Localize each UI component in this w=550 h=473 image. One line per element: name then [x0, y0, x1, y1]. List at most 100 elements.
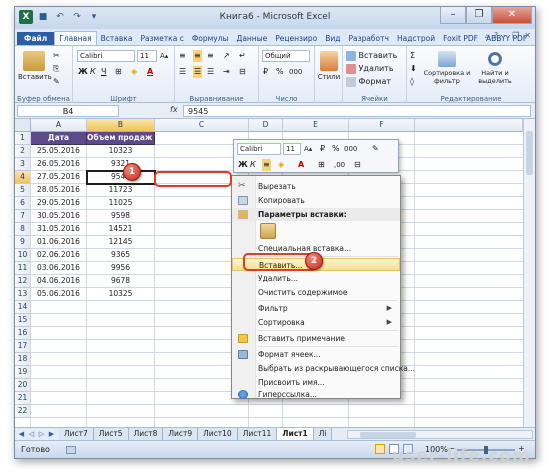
number-format-select[interactable]: Общий — [262, 50, 310, 62]
tab-formulas[interactable]: Формулы — [188, 32, 233, 45]
tab-insert[interactable]: Вставка — [97, 32, 137, 45]
percent-icon[interactable]: % — [276, 66, 284, 78]
tab-review[interactable]: Рецензиро — [271, 32, 321, 45]
mini-format-painter-icon[interactable]: ✎ — [372, 143, 379, 155]
menu-item-delete[interactable]: Удалить... — [232, 272, 400, 285]
column-header-b[interactable]: B — [87, 119, 155, 132]
doc-minimize-icon[interactable]: – — [503, 31, 507, 40]
menu-item-clear-contents[interactable]: Очистить содержимое — [232, 286, 400, 299]
copy-icon[interactable]: ⎘ — [53, 63, 59, 75]
font-size-select[interactable]: 11 — [137, 50, 157, 62]
menu-item-cut[interactable]: ✂ Вырезать — [232, 180, 400, 193]
comma-style-icon[interactable]: 000 — [289, 66, 302, 78]
mini-percent-icon[interactable]: % — [332, 143, 340, 155]
table-header-cell[interactable]: Объем продаж зерна, — [87, 132, 155, 145]
table-cell[interactable]: 29.05.2016 — [31, 197, 87, 210]
align-middle-icon[interactable]: ≡ — [193, 50, 202, 62]
menu-item-pick-from-list[interactable]: Выбрать из раскрывающегося списка... — [232, 362, 415, 375]
row-header-7[interactable]: 7 — [15, 210, 31, 223]
menu-item-sort[interactable]: Сортировка ▶ — [232, 316, 400, 329]
column-header-f[interactable]: F — [349, 119, 415, 132]
row-header-12[interactable]: 12 — [15, 275, 31, 288]
sheet-tab[interactable]: Лі — [313, 428, 333, 440]
table-cell[interactable]: 10325 — [87, 288, 155, 301]
menu-item-format-cells[interactable]: Формат ячеек... — [232, 348, 400, 361]
clear-icon[interactable]: ◊ — [410, 76, 414, 88]
align-top-icon[interactable]: ≡ — [179, 50, 186, 62]
vertical-scroll-thumb[interactable] — [526, 131, 533, 175]
row-header-8[interactable]: 8 — [15, 223, 31, 236]
insert-function-icon[interactable]: fx — [170, 105, 178, 114]
mini-bold-icon[interactable]: Ж — [238, 159, 248, 171]
doc-restore-icon[interactable]: ❐ — [512, 31, 519, 40]
row-header-1[interactable]: 1 — [15, 132, 31, 145]
menu-item-copy[interactable]: Копировать — [232, 194, 400, 207]
merge-center-icon[interactable]: ⊟ — [239, 66, 246, 78]
row-header-17[interactable]: 17 — [15, 340, 31, 353]
table-cell[interactable]: 26.05.2016 — [31, 158, 87, 171]
tab-page-layout[interactable]: Разметка с — [136, 32, 187, 45]
horizontal-scrollbar[interactable] — [347, 430, 533, 439]
mini-comma-icon[interactable]: 000 — [344, 143, 357, 155]
table-cell[interactable]: 25.05.2016 — [31, 145, 87, 158]
mini-font-select[interactable]: Calibri — [237, 143, 281, 155]
menu-item-filter[interactable]: Фильтр ▶ — [232, 302, 400, 315]
underline-icon[interactable]: Ч — [101, 66, 106, 78]
tab-data[interactable]: Данные — [232, 32, 271, 45]
align-left-icon[interactable]: ☰ — [179, 66, 186, 78]
sheet-tab[interactable]: Лист8 — [128, 428, 164, 440]
format-cells-button[interactable]: Формат — [346, 76, 391, 88]
sheet-tab-active[interactable]: Лист1 — [277, 428, 314, 440]
table-cell[interactable]: 9598 — [87, 210, 155, 223]
indent-icon[interactable]: ⇥ — [223, 66, 230, 78]
paste-button[interactable]: Вставить — [18, 51, 52, 81]
row-header-6[interactable]: 6 — [15, 197, 31, 210]
tab-foxit-pdf[interactable]: Foxit PDF — [439, 32, 482, 45]
table-cell[interactable]: 9365 — [87, 249, 155, 262]
mini-size-select[interactable]: 11 — [283, 143, 301, 155]
table-cell[interactable]: 9956 — [87, 262, 155, 275]
mini-decimal-icon[interactable]: ,00 — [334, 159, 345, 171]
menu-item-insert-comment[interactable]: Вставить примечание — [232, 332, 400, 345]
currency-icon[interactable]: ₽ — [263, 66, 268, 78]
sheet-tab[interactable]: Лист5 — [93, 428, 129, 440]
bold-icon[interactable]: Ж — [78, 66, 88, 78]
mini-grow-font-icon[interactable]: A▴ — [304, 143, 312, 155]
sort-filter-button[interactable]: Сортировка и фильтр — [423, 51, 471, 85]
font-name-select[interactable]: Calibri — [77, 50, 135, 62]
table-cell[interactable]: 11723 — [87, 184, 155, 197]
formula-input[interactable]: 9545 — [183, 105, 531, 117]
mini-borders-icon[interactable]: ⊞ — [318, 159, 325, 171]
row-header-5[interactable]: 5 — [15, 184, 31, 197]
row-header-22[interactable]: 22 — [15, 405, 31, 418]
column-header-e[interactable]: E — [283, 119, 349, 132]
row-header-2[interactable]: 2 — [15, 145, 31, 158]
autosum-icon[interactable]: Σ — [410, 50, 415, 62]
table-cell[interactable]: 28.05.2016 — [31, 184, 87, 197]
table-cell[interactable]: 03.06.2016 — [31, 262, 87, 275]
find-select-button[interactable]: Найти и выделить — [473, 51, 517, 85]
align-bottom-icon[interactable]: ≡ — [207, 50, 214, 62]
row-header-3[interactable]: 3 — [15, 158, 31, 171]
vertical-scrollbar[interactable] — [523, 119, 535, 427]
row-header-15[interactable]: 15 — [15, 314, 31, 327]
column-header-c[interactable]: C — [155, 119, 249, 132]
wrap-text-icon[interactable]: ↵ — [239, 50, 246, 62]
close-button[interactable]: ✕ — [492, 7, 532, 24]
styles-button[interactable]: Стили — [317, 51, 341, 81]
minimize-ribbon-icon[interactable]: ▵ — [485, 31, 489, 40]
insert-cells-button[interactable]: Вставить — [346, 50, 397, 62]
align-right-icon[interactable]: ☰ — [207, 66, 214, 78]
tab-addins[interactable]: Надстрой — [393, 32, 439, 45]
table-cell[interactable]: 11025 — [87, 197, 155, 210]
cut-icon[interactable]: ✂ — [53, 50, 60, 62]
row-header-13[interactable]: 13 — [15, 288, 31, 301]
table-cell[interactable]: 9678 — [87, 275, 155, 288]
minimize-button[interactable]: – — [440, 7, 466, 24]
align-center-icon[interactable]: ☰ — [193, 66, 203, 78]
table-cell[interactable]: 10323 — [87, 145, 155, 158]
row-header-19[interactable]: 19 — [15, 366, 31, 379]
sheet-tab[interactable]: Лист11 — [237, 428, 278, 440]
table-cell[interactable]: 31.05.2016 — [31, 223, 87, 236]
fill-icon[interactable]: ⬇ — [410, 63, 417, 75]
